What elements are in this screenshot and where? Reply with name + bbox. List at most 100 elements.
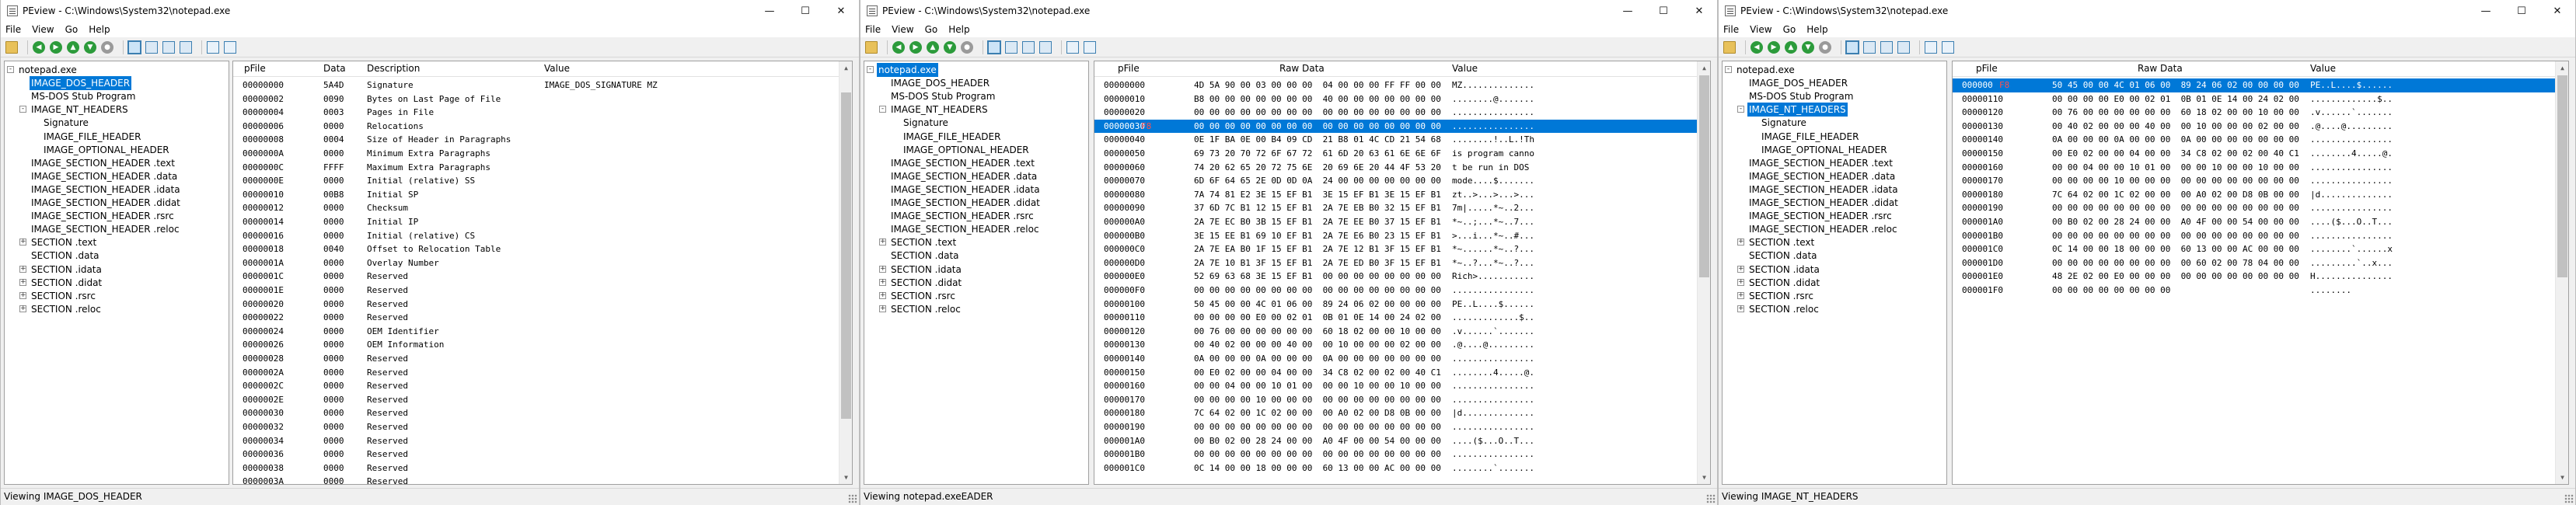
column-header[interactable]: Value bbox=[2310, 63, 2336, 74]
table-row[interactable]: 000000C0 2A 7E EA B0 1F 15 EF B1 2A 7E 12… bbox=[1094, 242, 1697, 256]
resize-grip-icon[interactable] bbox=[848, 494, 857, 503]
tree-node[interactable]: IMAGE_NT_HEADERS bbox=[1747, 102, 1848, 118]
table-row[interactable]: 000001C0 0C 14 00 00 18 00 00 00 60 13 00… bbox=[1953, 242, 2555, 256]
tree-node[interactable]: SECTION .text bbox=[30, 235, 98, 249]
view-hex-icon[interactable] bbox=[1845, 40, 1859, 54]
address-icon[interactable] bbox=[1925, 40, 1937, 54]
table-row[interactable]: 000001C0 0C 14 00 00 18 00 00 00 60 13 00… bbox=[1094, 461, 1697, 475]
tree-node[interactable]: SECTION .reloc bbox=[1747, 302, 1820, 316]
table-row[interactable]: 00000026 0000 OEM Information bbox=[233, 338, 839, 352]
tree-node[interactable]: IMAGE_SECTION_HEADER .rsrc bbox=[889, 209, 1035, 223]
table-row[interactable]: 000000E0 52 69 63 68 3E 15 EF B1 00 00 00… bbox=[1094, 270, 1697, 284]
tree-node[interactable]: IMAGE_SECTION_HEADER .reloc bbox=[1747, 222, 1899, 236]
collapse-icon[interactable]: - bbox=[879, 106, 886, 113]
tree-node[interactable]: IMAGE_SECTION_HEADER .didat bbox=[30, 196, 182, 210]
table-row[interactable]: 00000030 00 00 00 00 00 00 00 00 00 00 00… bbox=[1094, 119, 1697, 134]
expand-icon[interactable]: + bbox=[879, 291, 886, 299]
data-grid[interactable]: pFile Raw Data Value 00000000 4D 5A 90 00 03… bbox=[1094, 61, 1711, 485]
table-row[interactable]: 000001F0 00 00 00 00 00 00 00 00........ bbox=[1953, 284, 2555, 298]
expand-icon[interactable]: + bbox=[19, 239, 26, 246]
title-bar[interactable]: PEview - C:\Windows\System32\notepad.exe… bbox=[860, 0, 1717, 22]
expand-icon[interactable]: + bbox=[1737, 305, 1744, 312]
table-row[interactable]: 00000018 0040 Offset to Relocation Table bbox=[233, 242, 839, 256]
scroll-thumb[interactable] bbox=[2557, 75, 2567, 277]
table-row[interactable]: 000000F0 00 00 00 00 00 00 00 00 00 00 00… bbox=[1094, 284, 1697, 298]
table-row[interactable]: 00000160 00 00 04 00 00 10 01 00 00 00 10… bbox=[1953, 161, 2555, 175]
tree-node[interactable]: IMAGE_SECTION_HEADER .reloc bbox=[30, 222, 181, 236]
expand-icon[interactable]: + bbox=[879, 305, 886, 312]
view-split-icon[interactable] bbox=[1022, 40, 1035, 54]
table-row[interactable]: 00000130 00 40 02 00 00 00 40 00 00 10 00… bbox=[1953, 120, 2555, 134]
table-row[interactable]: 00000150 00 E0 02 00 00 04 00 00 34 C8 02… bbox=[1094, 366, 1697, 380]
close-button[interactable]: ✕ bbox=[2539, 0, 2575, 22]
down-icon[interactable]: ▼ bbox=[944, 40, 956, 54]
menu-help[interactable]: Help bbox=[89, 24, 110, 35]
table-row[interactable]: 00000060 74 20 62 65 20 72 75 6E 20 69 6E… bbox=[1094, 161, 1697, 175]
up-icon[interactable]: ▲ bbox=[1785, 40, 1797, 54]
open-folder-icon[interactable] bbox=[865, 40, 878, 54]
scroll-down-icon[interactable]: ▼ bbox=[839, 471, 852, 484]
menu-file[interactable]: File bbox=[865, 24, 881, 35]
table-row[interactable]: 00000022 0000 Reserved bbox=[233, 311, 839, 325]
table-row[interactable]: 000000 50 45 00 00 4C 01 06 00 89 24 06 0… bbox=[1953, 78, 2555, 92]
table-row[interactable]: 00000020 00 00 00 00 00 00 00 00 00 00 00… bbox=[1094, 106, 1697, 120]
export-icon[interactable] bbox=[180, 40, 192, 54]
column-header[interactable]: Raw Data bbox=[2138, 63, 2183, 74]
minimize-button[interactable]: — bbox=[1610, 0, 1646, 22]
expand-icon[interactable]: + bbox=[19, 305, 26, 312]
table-row[interactable]: 00000140 0A 00 00 00 0A 00 00 00 0A 00 00… bbox=[1094, 352, 1697, 366]
resize-grip-icon[interactable] bbox=[2564, 494, 2574, 503]
tree-node[interactable]: notepad.exe bbox=[1735, 63, 1796, 77]
table-row[interactable]: 00000170 00 00 00 00 10 00 00 00 00 00 00… bbox=[1094, 393, 1697, 407]
view-hex-icon[interactable] bbox=[127, 40, 141, 54]
table-row[interactable]: 00000038 0000 Reserved bbox=[233, 461, 839, 475]
tree-node[interactable]: IMAGE_FILE_HEADER bbox=[42, 130, 142, 144]
table-row[interactable]: 000001D0 00 00 00 00 00 00 00 00 00 60 02… bbox=[1953, 256, 2555, 270]
column-header[interactable]: pFile bbox=[1976, 63, 1998, 74]
expand-icon[interactable]: + bbox=[19, 278, 26, 286]
table-row[interactable]: 00000008 0004 Size of Header in Paragraphs bbox=[233, 133, 839, 147]
tree-node[interactable]: notepad.exe bbox=[876, 62, 939, 78]
expand-icon[interactable]: + bbox=[879, 265, 886, 273]
vertical-scrollbar[interactable]: ▲ ▼ bbox=[1697, 61, 1710, 484]
table-row[interactable]: 0000002A 0000 Reserved bbox=[233, 366, 839, 380]
column-header[interactable]: Value bbox=[1452, 63, 1478, 74]
data-grid[interactable]: pFile Data Description Value 00000000 5A4D Sig… bbox=[232, 61, 853, 485]
scroll-down-icon[interactable]: ▼ bbox=[1698, 471, 1710, 484]
view-split-icon[interactable] bbox=[162, 40, 175, 54]
table-row[interactable]: 0000001A 0000 Overlay Number bbox=[233, 256, 839, 270]
expand-icon[interactable]: + bbox=[1737, 239, 1744, 246]
up-icon[interactable]: ▲ bbox=[927, 40, 939, 54]
refresh-icon[interactable]: ● bbox=[101, 40, 113, 54]
title-bar[interactable]: PEview - C:\Windows\System32\notepad.exe… bbox=[1719, 0, 2575, 22]
data-grid[interactable]: pFile Raw Data Value 000000 50 45 00 00 4C 0… bbox=[1952, 61, 2569, 485]
up-icon[interactable]: ▲ bbox=[67, 40, 79, 54]
down-icon[interactable]: ▼ bbox=[84, 40, 96, 54]
table-row[interactable]: 00000030 0000 Reserved bbox=[233, 406, 839, 420]
table-row[interactable]: 0000000E 0000 Initial (relative) SS bbox=[233, 174, 839, 188]
refresh-icon[interactable]: ● bbox=[961, 40, 973, 54]
scroll-up-icon[interactable]: ▲ bbox=[2556, 61, 2568, 75]
column-header[interactable]: Description bbox=[367, 63, 420, 74]
table-row[interactable]: 00000020 0000 Reserved bbox=[233, 298, 839, 312]
close-button[interactable]: ✕ bbox=[823, 0, 859, 22]
menu-go[interactable]: Go bbox=[65, 24, 79, 35]
table-row[interactable]: 00000190 00 00 00 00 00 00 00 00 00 00 00… bbox=[1953, 201, 2555, 215]
collapse-icon[interactable]: - bbox=[7, 66, 14, 73]
back-icon[interactable]: ◀ bbox=[1750, 40, 1763, 54]
expand-icon[interactable]: + bbox=[879, 278, 886, 286]
address-icon[interactable] bbox=[207, 40, 219, 54]
column-header[interactable]: pFile bbox=[244, 63, 266, 74]
tree-node[interactable]: IMAGE_OPTIONAL_HEADER bbox=[1760, 143, 1889, 157]
table-row[interactable]: 00000170 00 00 00 00 10 00 00 00 00 00 00… bbox=[1953, 174, 2555, 188]
tree-node[interactable]: SECTION .didat bbox=[1747, 276, 1821, 290]
table-row[interactable]: 00000150 00 E0 02 00 00 04 00 00 34 C8 02… bbox=[1953, 147, 2555, 161]
tree-node[interactable]: IMAGE_DOS_HEADER bbox=[889, 76, 991, 90]
menu-help[interactable]: Help bbox=[948, 24, 969, 35]
table-row[interactable]: 00000000 5A4D Signature IMAGE_DOS_SIGNATURE… bbox=[233, 78, 839, 92]
offset-icon[interactable] bbox=[1084, 40, 1096, 54]
column-header[interactable]: Raw Data bbox=[1279, 63, 1325, 74]
table-row[interactable]: 0000000C FFFF Maximum Extra Paragraphs bbox=[233, 161, 839, 175]
tree-node[interactable]: SECTION .data bbox=[30, 249, 101, 263]
table-row[interactable]: 0000003A 0000 Reserved bbox=[233, 475, 839, 484]
